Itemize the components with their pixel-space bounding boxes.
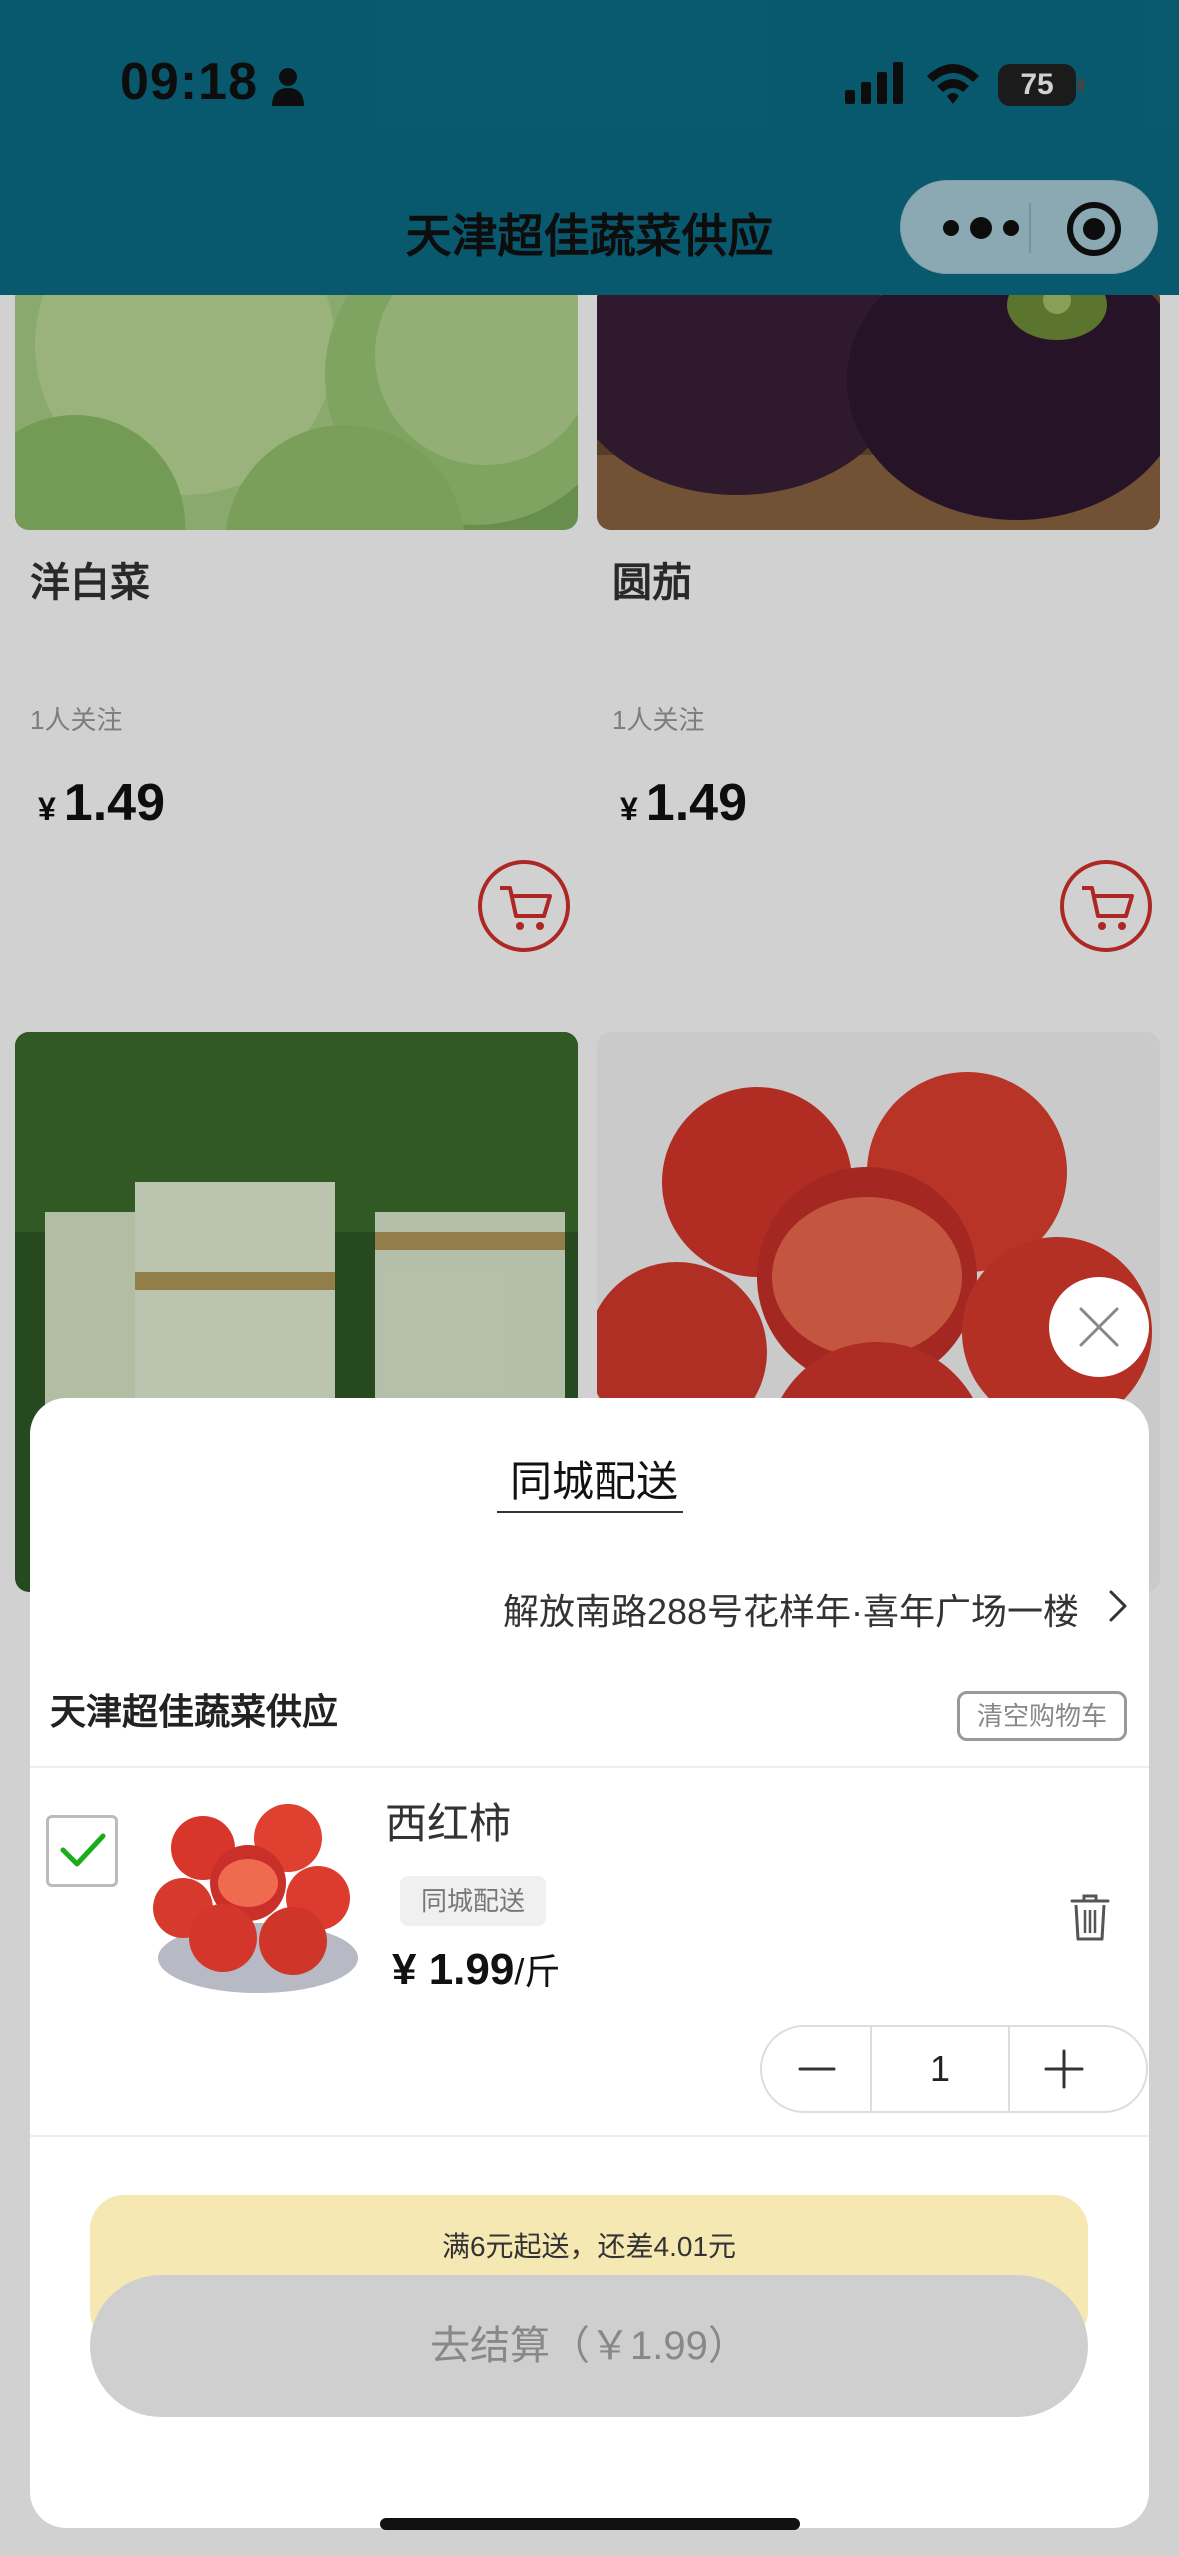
item-name: 西红柿 bbox=[385, 1800, 512, 1847]
tab-local-delivery[interactable]: 同城配送 bbox=[499, 1448, 689, 1509]
divider bbox=[30, 2135, 1149, 2137]
plus-icon[interactable] bbox=[1010, 2027, 1118, 2111]
item-price: ¥ 1.99/斤 bbox=[392, 1943, 560, 1995]
item-price-unit: /斤 bbox=[514, 1951, 561, 1992]
shop-name: 天津超佳蔬菜供应 bbox=[50, 1691, 339, 1732]
delivery-tag: 同城配送 bbox=[400, 1876, 546, 1926]
clear-cart-button[interactable]: 清空购物车 bbox=[957, 1691, 1127, 1741]
minus-icon[interactable] bbox=[762, 2027, 870, 2111]
divider bbox=[30, 1766, 1149, 1768]
close-button[interactable] bbox=[1049, 1277, 1149, 1377]
close-icon bbox=[1079, 1307, 1119, 1347]
home-indicator bbox=[380, 2518, 800, 2530]
checkout-button[interactable]: 去结算（￥1.99） bbox=[90, 2275, 1088, 2417]
tab-underline bbox=[497, 1511, 683, 1513]
delivery-address[interactable]: 解放南路288号花样年·喜年广场一楼 bbox=[503, 1583, 1079, 1635]
item-image-tomato[interactable] bbox=[148, 1793, 368, 2003]
cart-sheet: 同城配送 解放南路288号花样年·喜年广场一楼 天津超佳蔬菜供应 清空购物车 西… bbox=[30, 1398, 1149, 2528]
min-order-notice-text: 满6元起送，还差4.01元 bbox=[441, 2231, 737, 2262]
quantity-stepper[interactable]: 1 bbox=[760, 2025, 1148, 2113]
item-price-value: ¥ 1.99 bbox=[392, 1945, 515, 1994]
check-icon bbox=[60, 1833, 106, 1867]
quantity-value[interactable]: 1 bbox=[870, 2027, 1010, 2111]
trash-icon[interactable] bbox=[1070, 1893, 1110, 1941]
item-checkbox[interactable] bbox=[46, 1815, 118, 1887]
chevron-right-icon[interactable] bbox=[1107, 1588, 1129, 1624]
